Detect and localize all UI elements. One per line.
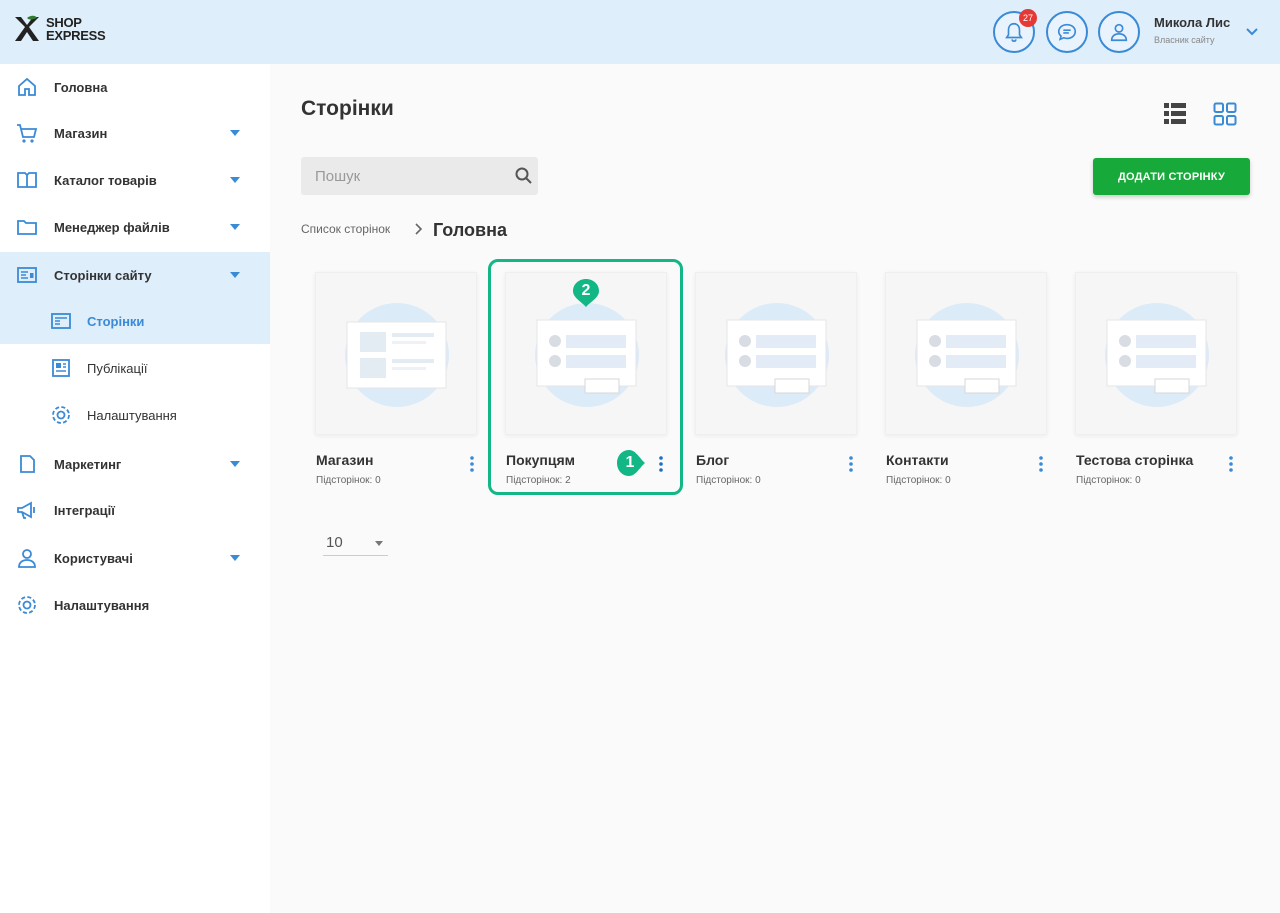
page-card-title[interactable]: Тестова сторінка bbox=[1076, 452, 1193, 468]
settings-icon bbox=[18, 596, 36, 614]
sidebar-item-label: Сторінки сайту bbox=[54, 267, 152, 283]
sidebar-item-label: Магазин bbox=[54, 125, 108, 141]
more-vert-icon[interactable] bbox=[468, 455, 476, 473]
caret-down-icon bbox=[230, 555, 240, 561]
users-icon bbox=[18, 549, 36, 568]
page-placeholder-icon bbox=[915, 303, 1019, 407]
settings-icon bbox=[52, 406, 70, 424]
page-placeholder-icon bbox=[725, 303, 829, 407]
caret-down-icon bbox=[230, 177, 240, 183]
megaphone-icon bbox=[17, 501, 35, 519]
logo-icon bbox=[15, 15, 39, 41]
page-card-thumbnail[interactable] bbox=[695, 272, 857, 435]
search-box bbox=[301, 157, 538, 195]
page-card-subtitle: Підсторінок: 0 bbox=[696, 475, 761, 486]
pages-icon bbox=[17, 267, 37, 283]
sidebar-item-site-pages[interactable]: Сторінки сайту bbox=[0, 252, 270, 298]
page-placeholder-icon bbox=[1105, 303, 1209, 407]
sidebar: Головна Магазин Каталог товарів Менеджер… bbox=[0, 64, 270, 913]
chevron-right-icon bbox=[415, 223, 423, 235]
chat-icon bbox=[1057, 23, 1077, 41]
sidebar-subitem-label: Налаштування bbox=[87, 407, 177, 423]
step-marker-1: 1 bbox=[625, 454, 635, 471]
sidebar-item-label: Налаштування bbox=[54, 597, 150, 613]
per-page-value: 10 bbox=[326, 534, 343, 551]
caret-down-icon bbox=[230, 272, 240, 278]
sidebar-item-home[interactable]: Головна bbox=[0, 64, 270, 110]
folder-icon bbox=[17, 220, 37, 235]
sidebar-item-label: Користувачі bbox=[54, 550, 133, 566]
more-vert-icon[interactable] bbox=[847, 455, 855, 473]
caret-down-icon bbox=[230, 224, 240, 230]
page-card-thumbnail[interactable] bbox=[1075, 272, 1237, 435]
sidebar-item-file-manager[interactable]: Менеджер файлів bbox=[0, 204, 270, 250]
profile-button[interactable] bbox=[1098, 11, 1140, 53]
sidebar-subitem-label: Сторінки bbox=[87, 313, 145, 329]
caret-down-icon bbox=[230, 461, 240, 467]
page-card-title[interactable]: Блог bbox=[696, 452, 729, 468]
page-title: Сторінки bbox=[301, 97, 394, 120]
breadcrumb-current: Головна bbox=[433, 220, 507, 240]
logo-text: SHOP EXPRESS bbox=[46, 15, 106, 43]
user-role: Власник сайту bbox=[1154, 35, 1215, 45]
sidebar-item-integrations[interactable]: Інтеграції bbox=[0, 487, 270, 533]
more-vert-icon[interactable] bbox=[1037, 455, 1045, 473]
user-icon bbox=[1110, 23, 1128, 42]
list-view-icon[interactable] bbox=[1163, 101, 1187, 127]
breadcrumb-parent[interactable]: Список сторінок bbox=[301, 222, 390, 236]
page-card-thumbnail[interactable] bbox=[885, 272, 1047, 435]
sidebar-item-label: Менеджер файлів bbox=[54, 219, 170, 235]
sidebar-item-label: Каталог товарів bbox=[54, 172, 157, 188]
marketing-icon bbox=[20, 455, 35, 473]
sidebar-item-label: Маркетинг bbox=[54, 456, 122, 472]
publications-icon bbox=[52, 359, 70, 377]
caret-down-icon bbox=[230, 130, 240, 136]
notification-badge: 27 bbox=[1019, 9, 1037, 27]
page-card-subtitle: Підсторінок: 0 bbox=[1076, 475, 1141, 486]
sidebar-item-label: Головна bbox=[54, 79, 108, 95]
caret-down-icon bbox=[375, 541, 383, 546]
more-vert-icon[interactable] bbox=[1227, 455, 1235, 473]
page-card-subtitle: Підсторінок: 0 bbox=[886, 475, 951, 486]
chevron-down-icon[interactable] bbox=[1245, 25, 1259, 39]
sidebar-item-settings[interactable]: Налаштування bbox=[0, 582, 270, 628]
grid-view-icon[interactable] bbox=[1213, 101, 1237, 127]
catalog-icon bbox=[17, 172, 37, 188]
sidebar-item-catalog[interactable]: Каталог товарів bbox=[0, 157, 270, 203]
page-placeholder-icon bbox=[345, 303, 449, 407]
search-icon[interactable] bbox=[514, 166, 534, 186]
sidebar-subitem-settings[interactable]: Налаштування bbox=[0, 392, 270, 438]
sidebar-subitem-publications[interactable]: Публікації bbox=[0, 345, 270, 391]
notifications-button[interactable]: 27 bbox=[993, 9, 1037, 53]
sidebar-item-label: Інтеграції bbox=[54, 502, 115, 518]
add-page-button[interactable]: ДОДАТИ СТОРІНКУ bbox=[1093, 158, 1250, 195]
messages-button[interactable] bbox=[1046, 11, 1088, 53]
home-icon bbox=[18, 77, 36, 96]
sidebar-subitem-label: Публікації bbox=[87, 360, 148, 376]
shop-express-logo[interactable]: SHOP EXPRESS bbox=[12, 14, 106, 44]
page-card-title[interactable]: Контакти bbox=[886, 452, 949, 468]
sidebar-subitem-pages[interactable]: Сторінки bbox=[0, 298, 270, 344]
page-card-subtitle: Підсторінок: 0 bbox=[316, 475, 381, 486]
search-input[interactable] bbox=[301, 157, 501, 195]
page-icon bbox=[51, 313, 71, 329]
sidebar-item-shop[interactable]: Магазин bbox=[0, 110, 270, 156]
sidebar-item-users[interactable]: Користувачі bbox=[0, 535, 270, 581]
user-name[interactable]: Микола Лис bbox=[1154, 15, 1230, 30]
top-header: SHOP EXPRESS 27 Микола Лис Власник сайту bbox=[0, 0, 1280, 64]
page-card-title[interactable]: Магазин bbox=[316, 452, 373, 468]
cart-icon bbox=[17, 124, 38, 143]
page-card-thumbnail[interactable] bbox=[315, 272, 477, 435]
sidebar-item-marketing[interactable]: Маркетинг bbox=[0, 441, 270, 487]
step-marker-2: 2 bbox=[581, 282, 591, 299]
per-page-select[interactable]: 10 bbox=[323, 530, 388, 556]
